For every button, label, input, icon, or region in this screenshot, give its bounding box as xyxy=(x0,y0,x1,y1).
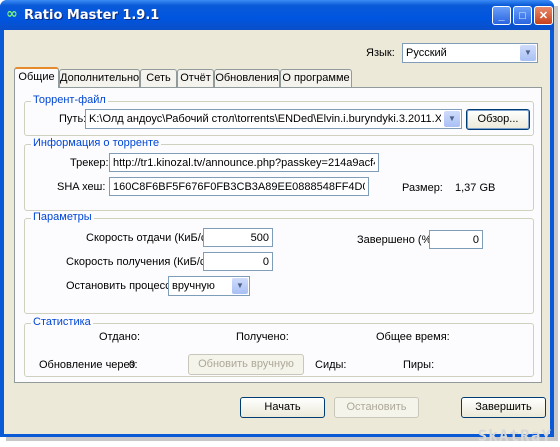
size-label: Размер: xyxy=(402,182,443,194)
received-label: Получено: xyxy=(236,331,289,343)
stop-process-label: Остановить процесс xyxy=(66,280,171,292)
torrent-info-title: Информация о торренте xyxy=(31,137,162,149)
upload-speed-label: Скорость отдачи (КиБ/с): xyxy=(86,232,214,244)
parameters-group: Параметры Скорость отдачи (КиБ/с): 500 С… xyxy=(24,211,534,314)
uploaded-label: Отдано: xyxy=(99,331,141,343)
client-area: Язык: Русский ▼ Общие Дополнительно Сеть… xyxy=(4,30,550,434)
maximize-button[interactable]: □ xyxy=(513,6,532,25)
tab-network[interactable]: Сеть xyxy=(140,69,177,88)
download-speed-value: 0 xyxy=(262,256,269,268)
tracker-field[interactable]: http://tr1.kinozal.tv/announce.php?passk… xyxy=(109,153,379,172)
tab-panel-general: Торрент-файл Путь: K:\Олд андоус\Рабочий… xyxy=(14,87,542,383)
sha-field[interactable]: 160C8F6BF5F676F0FB3CB3A89EE0888548FF4D02 xyxy=(109,177,369,196)
tab-report[interactable]: Отчёт xyxy=(177,69,214,88)
statistics-group: Статистика Отдано: Получено: Общее время… xyxy=(24,316,534,377)
tab-general[interactable]: Общие xyxy=(14,67,59,88)
stop-button[interactable]: Остановить xyxy=(334,397,419,418)
sha-value: 160C8F6BF5F676F0FB3CB3A89EE0888548FF4D02 xyxy=(113,181,365,193)
language-select[interactable]: Русский ▼ xyxy=(402,43,538,63)
language-value: Русский xyxy=(406,47,447,59)
upload-speed-value: 500 xyxy=(250,232,269,244)
torrent-file-group: Торрент-файл Путь: K:\Олд андоус\Рабочий… xyxy=(24,94,534,136)
update-in-value: 0 xyxy=(129,359,136,371)
upload-speed-field[interactable]: 500 xyxy=(203,228,273,247)
start-button[interactable]: Начать xyxy=(240,397,325,418)
sha-label: SHA хеш: xyxy=(57,181,106,193)
tab-advanced[interactable]: Дополнительно xyxy=(59,69,140,88)
download-speed-field[interactable]: 0 xyxy=(203,252,273,271)
completed-label: Завершено (%) xyxy=(357,234,436,246)
path-label: Путь: xyxy=(59,113,87,125)
tab-updates[interactable]: Обновления xyxy=(214,69,280,88)
window-title: Ratio Master 1.9.1 xyxy=(24,8,160,23)
update-now-button[interactable]: Обновить вручную xyxy=(188,354,304,375)
stop-process-select[interactable]: вручную ▼ xyxy=(168,276,250,296)
browse-button[interactable]: Обзор... xyxy=(466,109,530,130)
finish-button[interactable]: Завершить xyxy=(461,397,546,418)
stop-process-value: вручную xyxy=(172,280,215,292)
torrent-info-group: Информация о торренте Трекер: http://tr1… xyxy=(24,137,534,211)
size-value: 1,37 GB xyxy=(455,182,496,194)
total-time-label: Общее время: xyxy=(376,331,450,343)
title-bar[interactable]: ∞ Ratio Master 1.9.1 _ □ ✕ xyxy=(0,0,554,30)
tracker-label: Трекер: xyxy=(70,157,109,169)
language-label: Язык: xyxy=(366,47,395,59)
window-shadow-right xyxy=(554,6,558,439)
tracker-value: http://tr1.kinozal.tv/announce.php?passk… xyxy=(113,157,375,169)
peers-label: Пиры: xyxy=(403,359,435,371)
seeds-label: Сиды: xyxy=(315,359,347,371)
completed-field[interactable]: 0 xyxy=(429,230,483,249)
chevron-down-icon[interactable]: ▼ xyxy=(444,111,460,127)
window-shadow-bottom xyxy=(6,437,558,441)
path-value: K:\Олд андоус\Рабочий стол\torrents\ENDe… xyxy=(89,113,441,125)
app-window: ∞ Ratio Master 1.9.1 _ □ ✕ Язык: Русский… xyxy=(0,0,554,437)
watermark-text: SkAtRaY xyxy=(477,426,552,445)
parameters-title: Параметры xyxy=(31,211,94,223)
tab-about[interactable]: О программе xyxy=(280,69,352,88)
download-speed-label: Скорость получения (КиБ/с): xyxy=(66,256,213,268)
torrent-file-title: Торрент-файл xyxy=(31,94,108,106)
minimize-button[interactable]: _ xyxy=(492,6,511,25)
update-in-label: Обновление через: xyxy=(39,359,138,371)
chevron-down-icon[interactable]: ▼ xyxy=(520,45,536,61)
close-button[interactable]: ✕ xyxy=(534,6,553,25)
completed-value: 0 xyxy=(472,234,479,246)
statistics-title: Статистика xyxy=(31,316,93,328)
path-select[interactable]: K:\Олд андоус\Рабочий стол\torrents\ENDe… xyxy=(85,109,462,129)
infinity-icon: ∞ xyxy=(6,6,18,22)
chevron-down-icon[interactable]: ▼ xyxy=(232,278,248,294)
